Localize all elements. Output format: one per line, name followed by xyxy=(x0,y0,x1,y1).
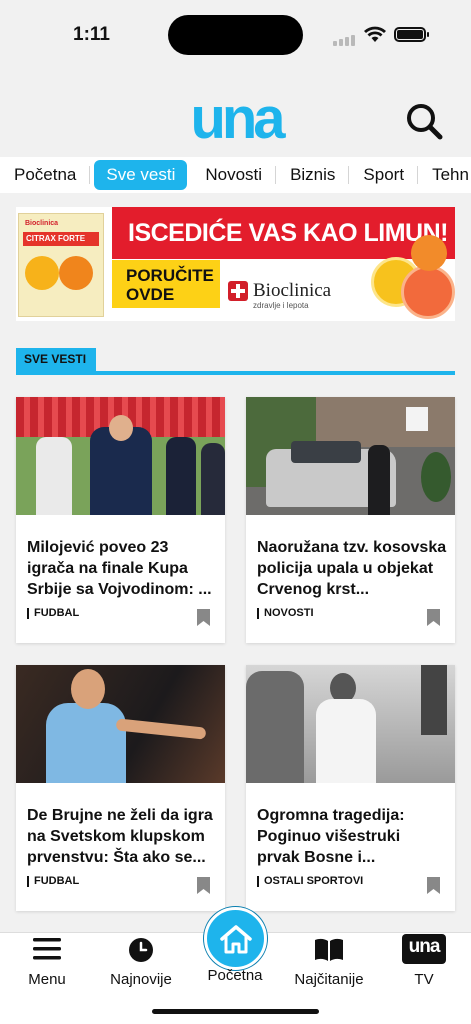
article-title[interactable]: Milojević poveo 23 igrača na finale Kupa… xyxy=(27,537,217,600)
una-logo[interactable]: una xyxy=(186,88,286,144)
search-icon[interactable] xyxy=(404,101,444,141)
clock-icon xyxy=(129,938,153,962)
article-card[interactable]: Milojević poveo 23 igrača na finale Kupa… xyxy=(16,397,225,643)
article-card[interactable]: Ogromna tragedija: Poginuo višestruki pr… xyxy=(246,665,455,911)
orange-image xyxy=(411,235,447,271)
status-time: 1:11 xyxy=(73,24,110,45)
tv-logo-text: una xyxy=(408,936,441,957)
article-image xyxy=(16,665,225,783)
tab-tehnologija[interactable]: Tehn xyxy=(418,157,471,193)
ad-brand-name: Bioclinica xyxy=(253,280,332,301)
ad-headline: ISCEDIĆE VAS KAO LIMUN! xyxy=(112,207,455,259)
bookmark-icon[interactable] xyxy=(427,877,440,894)
ad-brand-tagline: zdravlje i lepota xyxy=(253,301,309,310)
ad-product-brand: Bioclinica xyxy=(25,220,59,227)
article-category[interactable]: FUDBAL xyxy=(27,608,79,619)
nav-latest-label: Najnovije xyxy=(110,971,172,988)
book-icon xyxy=(315,938,343,961)
ad-cta[interactable]: PORUČITE OVDE xyxy=(112,260,220,308)
article-category[interactable]: OSTALI SPORTOVI xyxy=(257,876,363,887)
bookmark-icon[interactable] xyxy=(197,877,210,894)
article-image xyxy=(246,665,455,783)
tab-novosti[interactable]: Novosti xyxy=(191,157,276,193)
tab-biznis[interactable]: Biznis xyxy=(276,157,350,193)
bookmark-icon[interactable] xyxy=(427,609,440,626)
logo-text: una xyxy=(190,88,286,144)
article-title[interactable]: Ogromna tragedija: Poginuo višestruki pr… xyxy=(257,805,447,868)
home-icon xyxy=(219,924,252,953)
lemon-slice-image xyxy=(25,256,59,290)
nav-tv-label: TV xyxy=(414,971,434,988)
section-underline xyxy=(16,371,455,375)
article-card[interactable]: De Brujne ne želi da igra na Svetskom kl… xyxy=(16,665,225,911)
ad-cta-line1: PORUČITE xyxy=(126,266,214,285)
status-bar: 1:11 xyxy=(0,0,471,72)
tv-logo-icon: una xyxy=(402,934,446,964)
article-category[interactable]: NOVOSTI xyxy=(257,608,314,619)
nav-home-label: Početna xyxy=(207,967,263,984)
bookmark-icon[interactable] xyxy=(197,609,210,626)
nav-home-button[interactable] xyxy=(204,907,267,970)
battery-icon xyxy=(394,27,429,42)
ad-brand: Bioclinica xyxy=(228,280,331,302)
menu-icon xyxy=(33,938,61,960)
home-indicator xyxy=(152,1009,319,1014)
article-title[interactable]: De Brujne ne želi da igra na Svetskom kl… xyxy=(27,805,217,868)
article-category[interactable]: FUDBAL xyxy=(27,876,79,887)
grapefruit-image xyxy=(401,265,455,319)
dynamic-island xyxy=(168,15,303,55)
orange-slice-image xyxy=(59,256,93,290)
wifi-icon xyxy=(364,26,386,42)
section-header: SVE VESTI xyxy=(16,348,455,376)
tab-sve-vesti[interactable]: Sve vesti xyxy=(94,160,188,190)
article-image xyxy=(246,397,455,515)
article-card[interactable]: Naoružana tzv. kosovska policija upala u… xyxy=(246,397,455,643)
tab-sport[interactable]: Sport xyxy=(349,157,418,193)
article-image xyxy=(16,397,225,515)
section-title: SVE VESTI xyxy=(16,348,97,371)
signal-icon xyxy=(333,35,355,46)
ad-product-name: CITRAX FORTE xyxy=(23,232,99,246)
tab-pocetna[interactable]: Početna xyxy=(0,157,91,193)
ad-banner[interactable]: Bioclinica CITRAX FORTE ISCEDIĆE VAS KAO… xyxy=(16,207,455,321)
ad-cta-line2: OVDE xyxy=(126,285,175,304)
nav-most-read-label: Najčitanije xyxy=(294,971,364,988)
article-title[interactable]: Naoružana tzv. kosovska policija upala u… xyxy=(257,537,447,600)
category-tabs: Početna Sve vesti Novosti Biznis Sport T… xyxy=(0,157,471,193)
cross-icon xyxy=(228,281,248,301)
ad-product-box: Bioclinica CITRAX FORTE xyxy=(18,213,104,317)
nav-menu-label: Menu xyxy=(28,971,66,988)
